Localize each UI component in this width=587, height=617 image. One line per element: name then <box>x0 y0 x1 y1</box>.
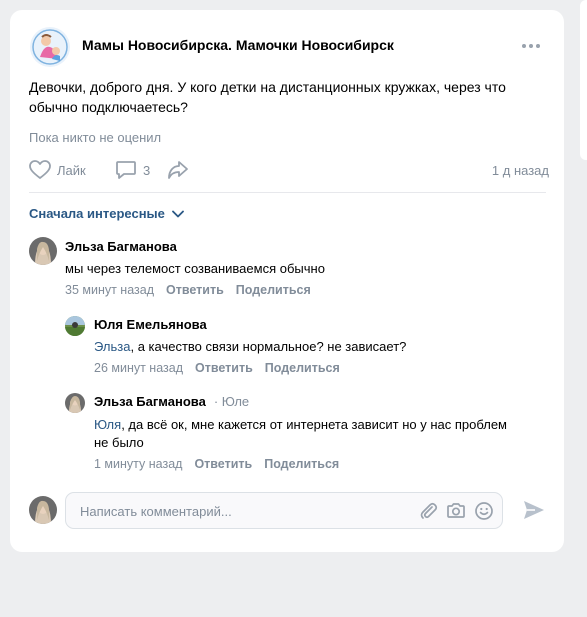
group-name[interactable]: Мамы Новосибирска. Мамочки Новосибирск <box>82 37 394 53</box>
send-icon[interactable] <box>522 499 546 521</box>
share-button[interactable] <box>167 160 189 180</box>
comment-time[interactable]: 35 минут назад <box>65 283 154 297</box>
avatar[interactable] <box>65 316 85 336</box>
comment-body: , да всё ок, мне кажется от интернета за… <box>94 417 507 450</box>
emoji-icon[interactable] <box>474 501 494 521</box>
comment-meta: 26 минут назад Ответить Поделиться <box>94 361 340 375</box>
avatar[interactable] <box>65 393 85 413</box>
adjacent-panel-edge <box>580 0 587 160</box>
post-text: Девочки, доброго дня. У кого детки на ди… <box>29 79 506 115</box>
sort-label: Сначала интересные <box>29 206 165 221</box>
comment-author[interactable]: Юля Емельянова <box>94 317 207 332</box>
reply-button[interactable]: Ответить <box>195 361 253 375</box>
avatar[interactable] <box>29 237 57 265</box>
comment-time[interactable]: 26 минут назад <box>94 361 183 375</box>
reply-to-label[interactable]: · Юле <box>214 394 249 409</box>
comment-text: Эльза, а качество связи нормальное? не з… <box>94 338 534 356</box>
chevron-down-icon <box>171 210 184 217</box>
more-options-icon[interactable] <box>522 40 542 52</box>
my-avatar[interactable] <box>29 496 57 524</box>
post-card: Мамы Новосибирска. Мамочки Новосибирск Д… <box>10 10 564 552</box>
share-comment-button[interactable]: Поделиться <box>236 283 311 297</box>
post-time[interactable]: 1 д назад <box>492 163 549 178</box>
comments-sort-dropdown[interactable]: Сначала интересные <box>29 206 184 221</box>
attach-icon[interactable] <box>418 501 438 521</box>
author-name[interactable]: Эльза Багманова <box>94 394 206 409</box>
likes-status: Пока никто не оценил <box>29 130 162 145</box>
like-label: Лайк <box>57 162 86 178</box>
comments-button[interactable]: 3 <box>115 160 150 180</box>
comment-text: мы через телемост созваниваемся обычно <box>65 261 325 276</box>
comment-icon <box>116 161 136 179</box>
comment-time[interactable]: 1 минуту назад <box>94 457 182 471</box>
mention-link[interactable]: Юля <box>94 417 121 432</box>
comment-composer <box>65 492 503 529</box>
comments-count: 3 <box>143 162 151 178</box>
comment-input[interactable] <box>78 501 412 521</box>
mention-link[interactable]: Эльза <box>94 339 130 354</box>
like-button[interactable]: Лайк <box>29 160 86 180</box>
heart-icon <box>29 160 51 179</box>
comment-author: Эльза Багманова · Юле <box>94 394 249 409</box>
share-comment-button[interactable]: Поделиться <box>264 457 339 471</box>
comment-body: , а качество связи нормальное? не зависа… <box>130 339 407 354</box>
share-icon <box>168 161 188 179</box>
comment-meta: 1 минуту назад Ответить Поделиться <box>94 457 339 471</box>
reply-button[interactable]: Ответить <box>194 457 252 471</box>
share-comment-button[interactable]: Поделиться <box>265 361 340 375</box>
camera-icon[interactable] <box>446 501 466 521</box>
comment-meta: 35 минут назад Ответить Поделиться <box>65 283 311 297</box>
comment-author[interactable]: Эльза Багманова <box>65 239 177 254</box>
comment-text: Юля, да всё ок, мне кажется от интернета… <box>94 416 514 452</box>
divider <box>29 192 546 193</box>
post-actions: Лайк 3 1 д назад <box>29 160 549 182</box>
group-avatar[interactable] <box>30 27 70 67</box>
reply-button[interactable]: Ответить <box>166 283 224 297</box>
